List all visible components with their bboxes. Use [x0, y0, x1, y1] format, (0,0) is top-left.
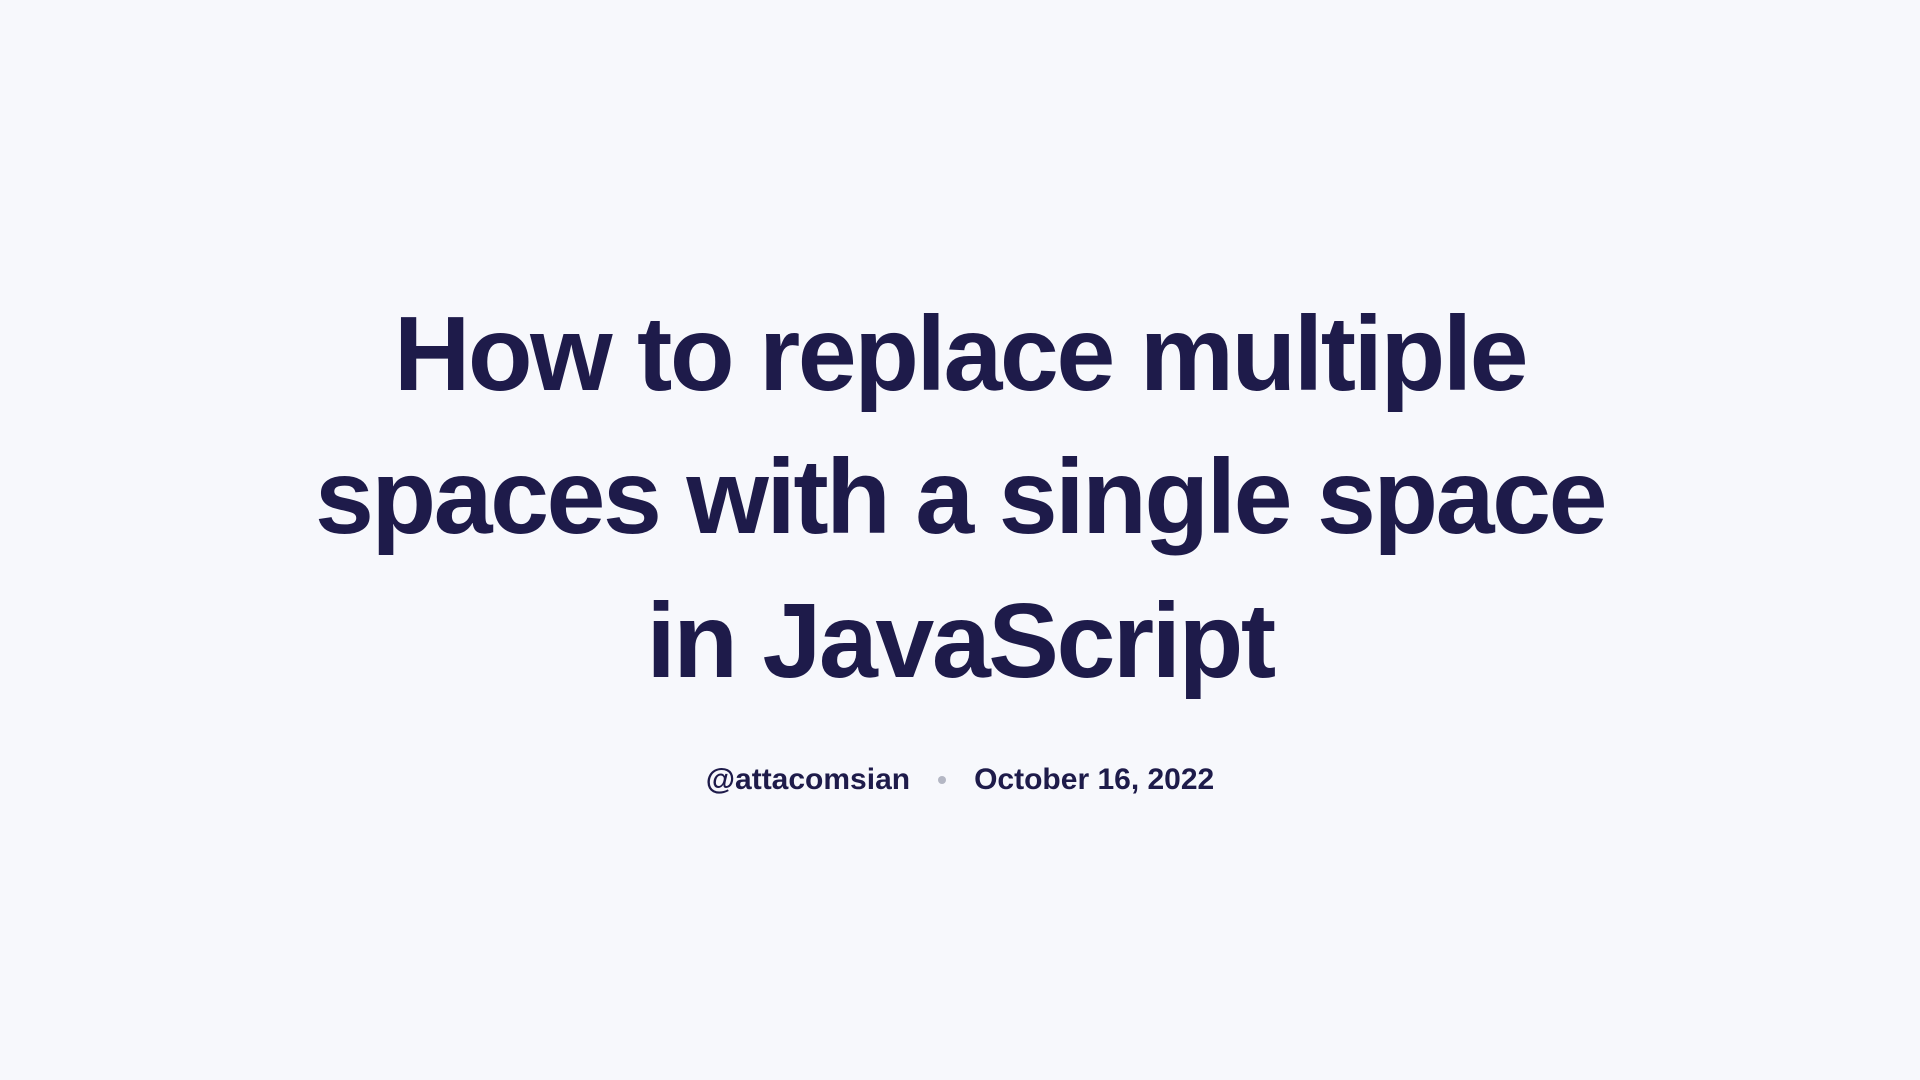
- article-title: How to replace multiple spaces with a si…: [300, 283, 1620, 712]
- author-handle: @attacomsian: [706, 763, 910, 797]
- bullet-separator-icon: [938, 776, 946, 784]
- article-meta: @attacomsian October 16, 2022: [300, 763, 1620, 797]
- article-header: How to replace multiple spaces with a si…: [260, 283, 1660, 796]
- publish-date: October 16, 2022: [974, 763, 1214, 797]
